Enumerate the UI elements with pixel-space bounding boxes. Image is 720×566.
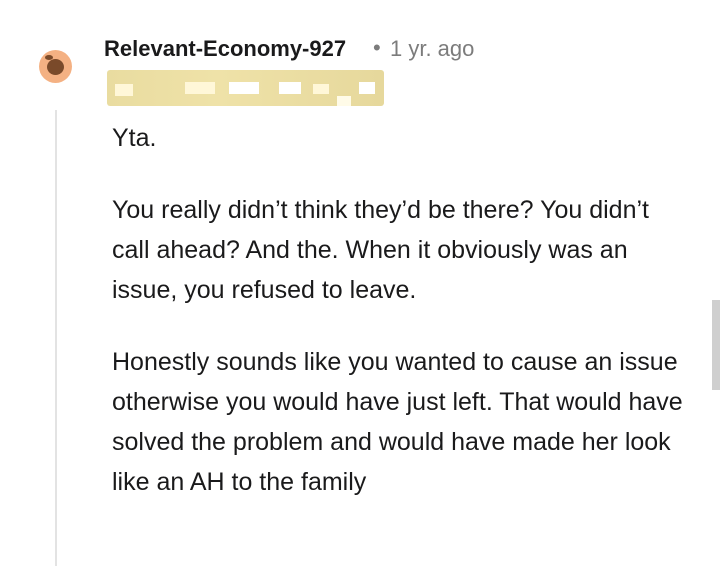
comment-paragraph: Honestly sounds like you wanted to cause… [112, 348, 683, 496]
thread-line[interactable] [55, 110, 57, 566]
comment-paragraph: Yta. [112, 124, 157, 152]
scrollbar[interactable] [712, 300, 720, 390]
comment-timestamp[interactable]: 1 yr. ago [390, 36, 474, 62]
comment-author[interactable]: Relevant-Economy-927 [104, 36, 346, 62]
meta-separator: • [373, 35, 381, 60]
comment-paragraph: You really didn’t think they’d be there?… [112, 196, 649, 304]
avatar-face-icon [47, 59, 64, 75]
user-flair-redacted [107, 70, 384, 106]
comment-body: Yta. You really didn’t think they’d be t… [112, 118, 692, 534]
avatar[interactable] [39, 50, 72, 83]
